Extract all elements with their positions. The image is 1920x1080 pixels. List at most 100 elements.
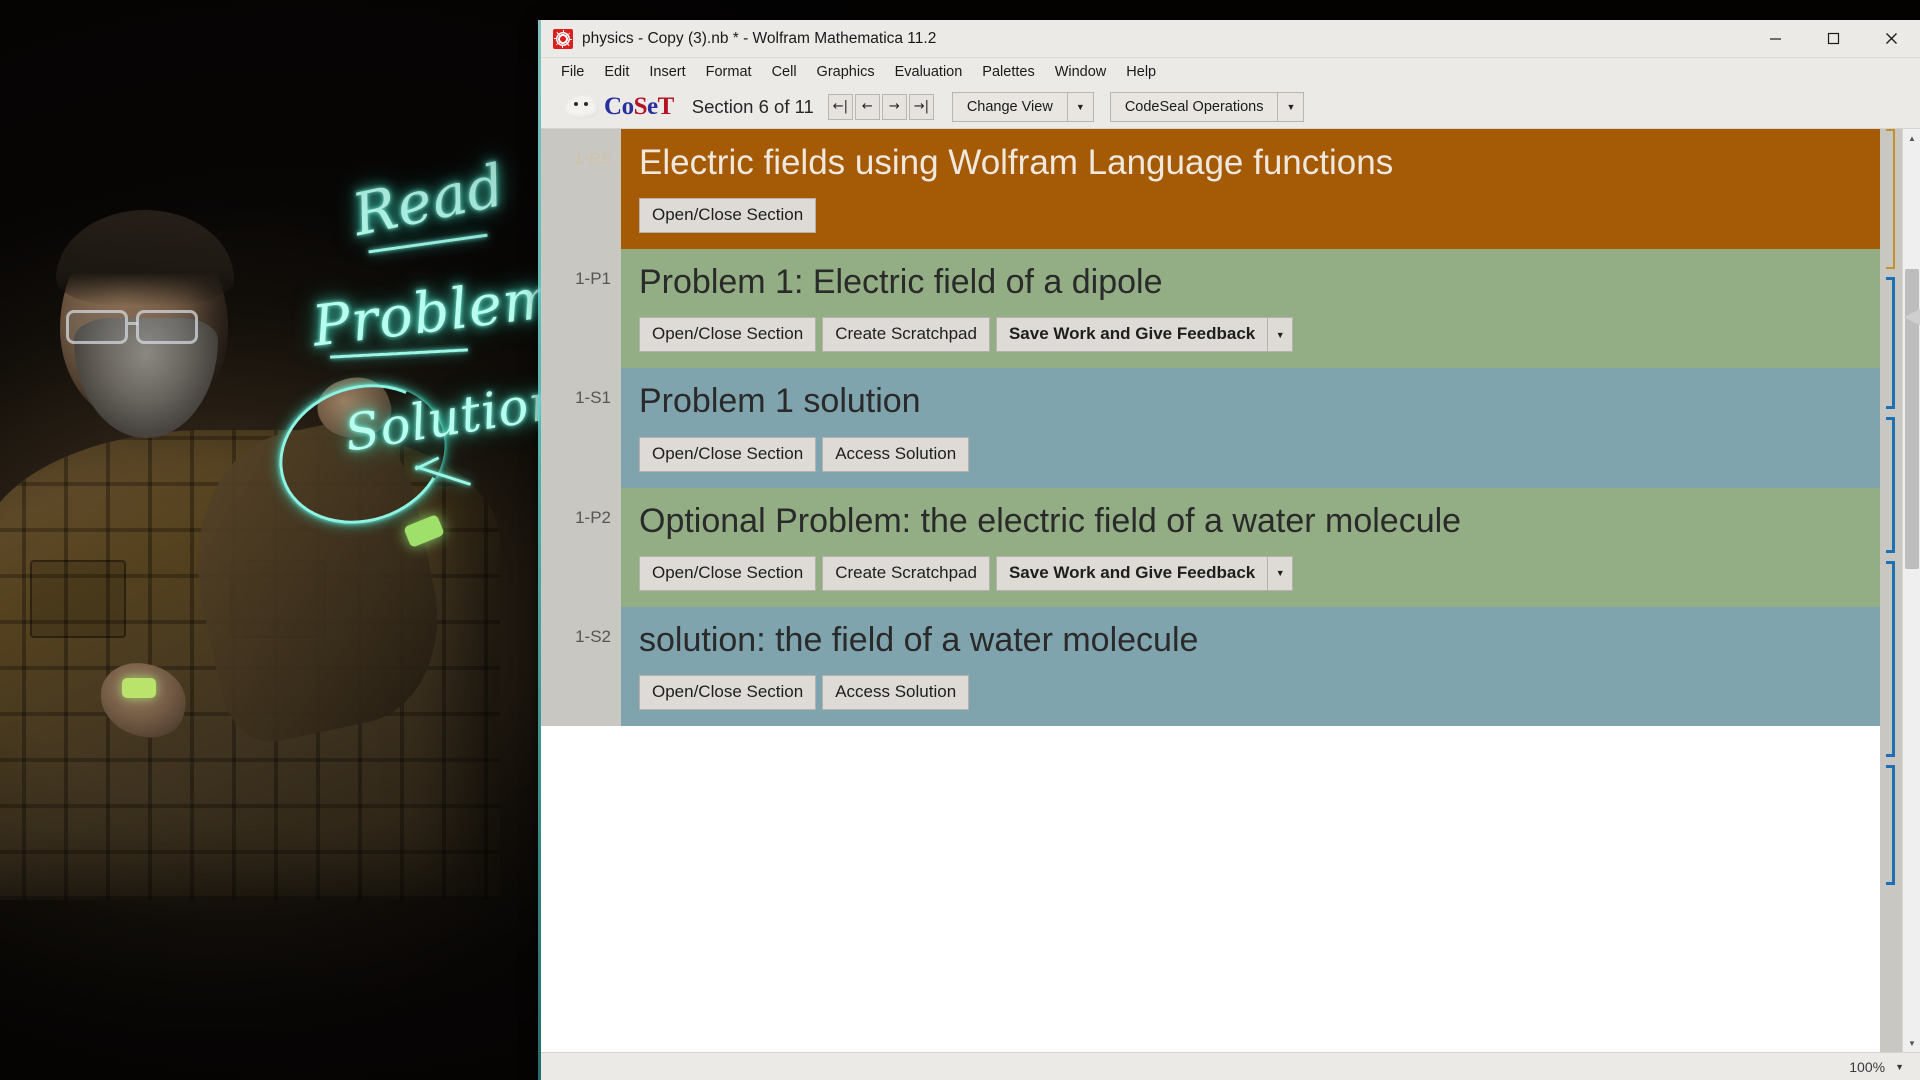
chevron-down-icon[interactable]: ▼: [1278, 91, 1305, 122]
notebook-cell-problem[interactable]: 1-P1 Problem 1: Electric field of a dipo…: [541, 249, 1880, 369]
notebook-vertical-scrollbar[interactable]: ▲ ▼: [1902, 129, 1920, 1052]
open-close-section-button[interactable]: Open/Close Section: [639, 317, 817, 353]
menu-item-help[interactable]: Help: [1116, 61, 1166, 83]
window-title: physics - Copy (3).nb * - Wolfram Mathem…: [582, 29, 937, 47]
save-work-feedback-split-button: Save Work and Give Feedback ▼: [995, 317, 1294, 353]
coset-toolbar: CoSeT Section 6 of 11 ←| ← → →| Change V…: [541, 85, 1920, 129]
logo-letter-t: T: [657, 93, 675, 120]
cell-title: solution: the field of a water molecule: [639, 620, 1199, 659]
cell-bracket[interactable]: [1886, 561, 1895, 757]
cell-bracket[interactable]: [1886, 417, 1895, 553]
cell-button-row: Open/Close Section Access Solution: [639, 436, 1862, 472]
last-section-button[interactable]: →|: [908, 93, 934, 120]
menu-bar: File Edit Insert Format Cell Graphics Ev…: [541, 58, 1920, 85]
access-solution-button[interactable]: Access Solution: [822, 674, 970, 710]
glow-marker-held: [122, 678, 156, 698]
first-section-button[interactable]: ←|: [827, 93, 853, 120]
cell-gutter: 1-R5: [541, 129, 621, 250]
logo-letter-s: S: [633, 93, 648, 120]
previous-section-button[interactable]: ←: [854, 93, 880, 120]
cell-body: solution: the field of a water molecule …: [621, 606, 1880, 726]
eyeglasses-right-lens: [136, 310, 198, 344]
menu-item-window[interactable]: Window: [1045, 61, 1117, 83]
mathematica-window: physics - Copy (3).nb * - Wolfram Mathem…: [538, 20, 1920, 1080]
menu-item-graphics[interactable]: Graphics: [807, 61, 885, 83]
open-close-section-button[interactable]: Open/Close Section: [639, 674, 817, 710]
menu-item-format[interactable]: Format: [696, 61, 762, 83]
cell-gutter: 1-S2: [541, 606, 621, 726]
menu-item-edit[interactable]: Edit: [594, 61, 639, 83]
open-close-section-button[interactable]: Open/Close Section: [639, 436, 817, 472]
cell-body: Optional Problem: the electric field of …: [621, 487, 1880, 607]
cell-button-row: Open/Close Section Create Scratchpad Sav…: [639, 317, 1862, 353]
open-close-section-button[interactable]: Open/Close Section: [639, 198, 817, 234]
cell-tag: 1-S1: [575, 388, 611, 408]
window-controls: [1746, 20, 1920, 58]
cell-bracket[interactable]: [1886, 129, 1895, 269]
codeseal-operations-dropdown: CodeSeal Operations ▼: [1109, 91, 1305, 122]
cell-body: Problem 1 solution Open/Close Section Ac…: [621, 368, 1880, 488]
menu-item-palettes[interactable]: Palettes: [972, 61, 1044, 83]
notebook-cell-solution[interactable]: 1-S1 Problem 1 solution Open/Close Secti…: [541, 368, 1880, 488]
open-close-section-button[interactable]: Open/Close Section: [639, 555, 817, 591]
section-indicator: Section 6 of 11: [691, 95, 814, 117]
cell-button-row: Open/Close Section: [639, 198, 1862, 234]
codeseal-operations-label[interactable]: CodeSeal Operations: [1109, 91, 1279, 122]
change-view-dropdown: Change View ▼: [951, 91, 1094, 122]
zoom-level-indicator[interactable]: 100%: [1849, 1059, 1885, 1075]
shirt-pocket-left: [30, 560, 126, 638]
maximize-icon[interactable]: [1804, 20, 1862, 58]
change-view-label[interactable]: Change View: [951, 91, 1068, 122]
cell-bracket[interactable]: [1886, 765, 1895, 885]
cell-title: Electric fields using Wolfram Language f…: [639, 143, 1394, 182]
create-scratchpad-button[interactable]: Create Scratchpad: [822, 317, 990, 353]
save-work-and-give-feedback-button[interactable]: Save Work and Give Feedback: [995, 555, 1268, 591]
cell-button-row: Open/Close Section Access Solution: [639, 674, 1862, 710]
chevron-down-icon[interactable]: ▼: [1267, 555, 1294, 591]
eyeglasses-bridge: [128, 322, 138, 325]
menu-item-file[interactable]: File: [551, 61, 594, 83]
cell-tag: 1-S2: [575, 626, 611, 646]
cell-title: Problem 1: Electric field of a dipole: [639, 263, 1163, 302]
coset-logo: CoSeT: [565, 94, 674, 119]
notebook-cell-section[interactable]: 1-R5 Electric fields using Wolfram Langu…: [541, 129, 1880, 250]
chevron-down-icon[interactable]: ▼: [1267, 317, 1294, 353]
video-edge-arrow-icon: ◀: [1903, 303, 1920, 328]
chevron-down-icon[interactable]: ▼: [1895, 1062, 1904, 1072]
logo-letter-e: e: [646, 93, 658, 120]
notebook-cell-solution[interactable]: 1-S2 solution: the field of a water mole…: [541, 606, 1880, 726]
notebook-cell-problem[interactable]: 1-P2 Optional Problem: the electric fiel…: [541, 487, 1880, 607]
minimize-icon[interactable]: [1746, 20, 1804, 58]
menu-item-cell[interactable]: Cell: [762, 61, 807, 83]
cell-body: Problem 1: Electric field of a dipole Op…: [621, 249, 1880, 369]
cell-gutter: 1-S1: [541, 368, 621, 488]
cell-tag: 1-P2: [575, 507, 611, 527]
save-work-feedback-split-button: Save Work and Give Feedback ▼: [995, 555, 1294, 591]
instructor-hair: [56, 210, 234, 306]
create-scratchpad-button[interactable]: Create Scratchpad: [822, 555, 990, 591]
cell-button-row: Open/Close Section Create Scratchpad Sav…: [639, 555, 1862, 591]
handwriting-problem: Problem: [308, 265, 561, 360]
cell-title: Optional Problem: the electric field of …: [639, 501, 1462, 540]
close-icon[interactable]: [1862, 20, 1920, 58]
wolfram-spikey-icon: [553, 28, 573, 49]
cell-gutter: 1-P2: [541, 487, 621, 607]
menu-item-evaluation[interactable]: Evaluation: [885, 61, 973, 83]
status-bar: 100% ▼: [541, 1052, 1920, 1080]
cell-bracket[interactable]: [1886, 277, 1895, 409]
window-title-bar[interactable]: physics - Copy (3).nb * - Wolfram Mathem…: [541, 20, 1920, 58]
logo-letter-o: o: [621, 93, 635, 120]
next-section-button[interactable]: →: [881, 93, 907, 120]
chevron-down-icon[interactable]: ▼: [1067, 91, 1094, 122]
scroll-down-arrow-icon[interactable]: ▼: [1903, 1034, 1920, 1052]
dove-icon: [565, 94, 599, 119]
coset-wordmark: CoSeT: [604, 94, 674, 119]
notebook-content: 1-R5 Electric fields using Wolfram Langu…: [541, 129, 1920, 1052]
save-work-and-give-feedback-button[interactable]: Save Work and Give Feedback: [995, 317, 1268, 353]
eyeglasses-left-lens: [66, 310, 128, 344]
access-solution-button[interactable]: Access Solution: [822, 436, 970, 472]
notebook-scroll-area[interactable]: 1-R5 Electric fields using Wolfram Langu…: [541, 129, 1880, 1052]
cell-tag: 1-P1: [575, 269, 611, 289]
scroll-up-arrow-icon[interactable]: ▲: [1903, 129, 1920, 147]
menu-item-insert[interactable]: Insert: [639, 61, 695, 83]
